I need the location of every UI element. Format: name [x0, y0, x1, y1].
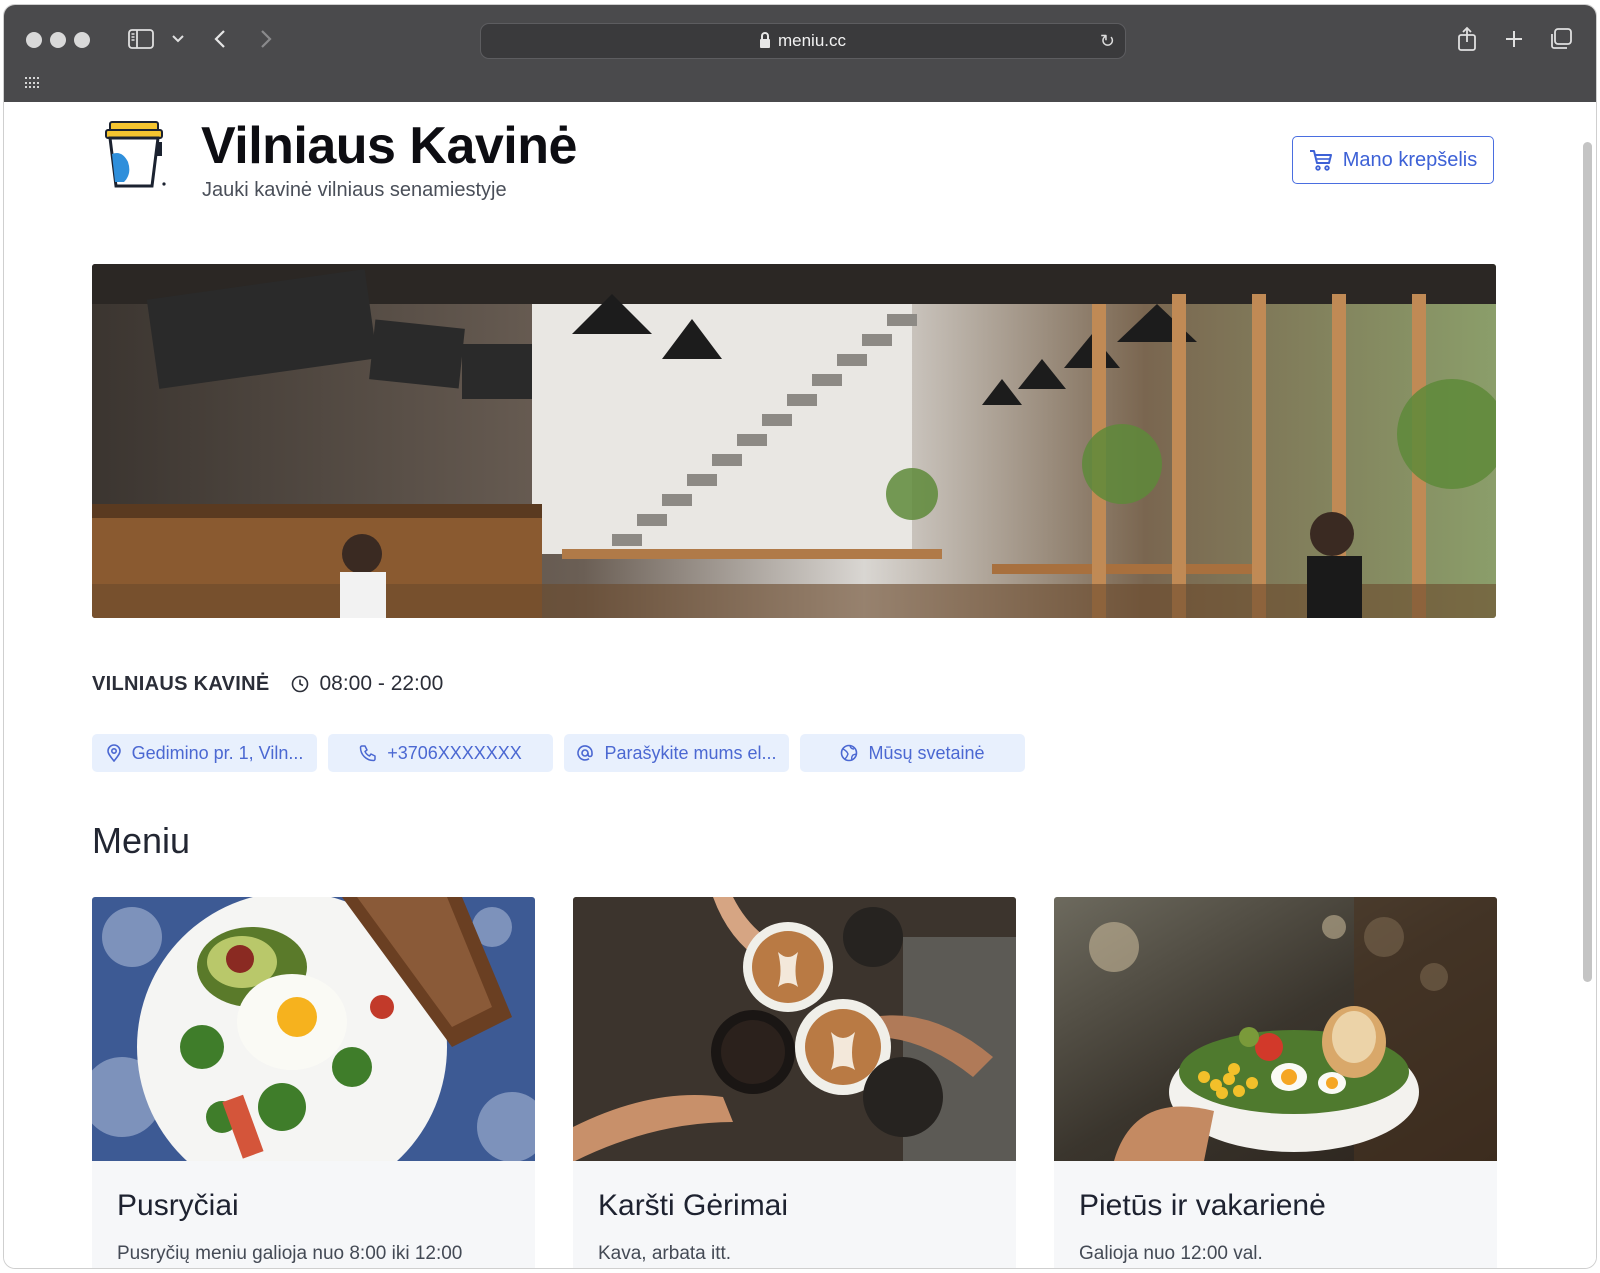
back-icon[interactable]	[208, 23, 232, 55]
address-chip-label: Gedimino pr. 1, Viln...	[131, 742, 304, 763]
email-chip[interactable]: Parašykite mums el...	[564, 734, 789, 772]
clock-icon	[292, 675, 309, 693]
menu-section-title: Meniu	[92, 820, 191, 861]
url-text: meniu.cc	[777, 31, 847, 50]
page-content: Vilniaus Kavinė Jauki kavinė vilniaus se…	[4, 102, 1596, 1268]
phone-chip-label: +3706XXXXXXX	[387, 742, 522, 763]
hot-drinks-image	[573, 897, 1016, 1161]
menu-categories: Pusryčiai Pusryčių meniu galioja nuo 8:0…	[92, 897, 1497, 1268]
cafe-info-row: VILNIAUS KAVINĖ 08:00 - 22:00	[92, 672, 443, 696]
menu-category-description: Galioja nuo 12:00 val.	[1079, 1243, 1263, 1264]
at-icon	[577, 745, 594, 761]
globe-icon	[841, 744, 858, 762]
page-subtitle: Jauki kavinė vilniaus senamiestyje	[202, 179, 507, 201]
phone-icon	[359, 745, 376, 762]
opening-hours: 08:00 - 22:00	[291, 672, 443, 696]
address-bar[interactable]: meniu.cc ↻	[480, 23, 1126, 59]
address-chip[interactable]: Gedimino pr. 1, Viln...	[92, 734, 317, 772]
new-tab-icon[interactable]	[1501, 23, 1527, 55]
scrollbar[interactable]	[1583, 142, 1592, 982]
share-icon[interactable]	[1454, 23, 1480, 55]
browser-toolbar: meniu.cc ↻	[4, 5, 1596, 102]
forward-icon[interactable]	[254, 23, 278, 55]
chevron-down-icon[interactable]	[168, 23, 188, 55]
menu-category-title: Karšti Gėrimai	[598, 1189, 789, 1222]
phone-chip[interactable]: +3706XXXXXXX	[328, 734, 553, 772]
cart-button-label: Mano krepšelis	[1342, 148, 1478, 171]
menu-category-title: Pietūs ir vakarienė	[1079, 1189, 1326, 1222]
extensions-grid-icon[interactable]	[25, 77, 41, 89]
opening-hours-text: 08:00 - 22:00	[319, 672, 444, 695]
cart-button[interactable]: Mano krepšelis	[1292, 136, 1494, 184]
cafe-name-label: VILNIAUS KAVINĖ	[92, 672, 270, 695]
maximize-window-button[interactable]	[74, 32, 90, 48]
menu-category-card[interactable]: Pusryčiai Pusryčių meniu galioja nuo 8:0…	[92, 897, 535, 1268]
website-chip-label: Mūsų svetainė	[868, 742, 985, 763]
shopping-cart-icon	[1309, 150, 1332, 171]
website-chip[interactable]: Mūsų svetainė	[800, 734, 1025, 772]
reload-icon[interactable]: ↻	[1100, 31, 1115, 52]
sidebar-toggle-icon[interactable]	[126, 23, 156, 55]
coffee-cup-logo-icon	[105, 121, 166, 188]
lunch-bowl-image	[1054, 897, 1497, 1161]
menu-category-description: Pusryčių meniu galioja nuo 8:00 iki 12:0…	[117, 1243, 463, 1264]
lock-icon	[759, 31, 770, 48]
menu-category-description: Kava, arbata itt.	[598, 1243, 732, 1264]
page-title: Vilniaus Kavinė	[201, 117, 577, 175]
window-controls	[26, 32, 90, 48]
breakfast-plate-image	[92, 897, 535, 1161]
menu-category-card[interactable]: Pietūs ir vakarienė Galioja nuo 12:00 va…	[1054, 897, 1497, 1268]
browser-window: meniu.cc ↻ Vilniaus Kavinė Jauki kavinė …	[3, 4, 1597, 1269]
map-pin-icon	[106, 744, 121, 762]
email-chip-label: Parašykite mums el...	[604, 742, 777, 763]
menu-category-card[interactable]: Karšti Gėrimai Kava, arbata itt.	[573, 897, 1016, 1268]
cafe-interior-hero-image	[92, 264, 1496, 618]
close-window-button[interactable]	[26, 32, 42, 48]
tab-overview-icon[interactable]	[1546, 23, 1576, 55]
minimize-window-button[interactable]	[50, 32, 66, 48]
menu-category-title: Pusryčiai	[117, 1189, 239, 1222]
contact-chips: Gedimino pr. 1, Viln... +3706XXXXXXX Par…	[92, 734, 1025, 772]
